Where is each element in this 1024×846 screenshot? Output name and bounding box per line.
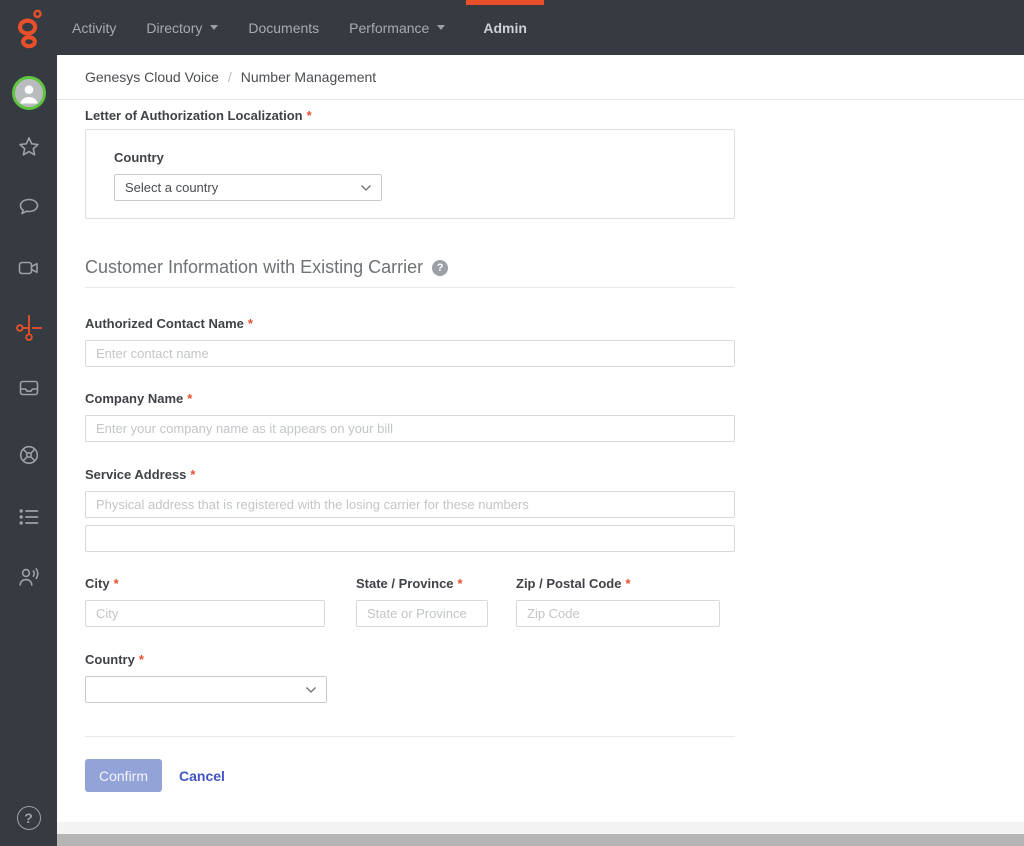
loa-localization-label: Letter of Authorization Localization * — [85, 108, 312, 123]
helm-wheel-icon[interactable] — [17, 443, 41, 467]
profile-avatar[interactable] — [11, 76, 46, 110]
required-asterisk: * — [625, 576, 631, 591]
active-tab-indicator — [466, 0, 544, 5]
country-select[interactable] — [85, 676, 327, 703]
scissors-icon[interactable] — [15, 314, 42, 341]
city-state-zip-row: City* State / Province* Zip / Postal Cod… — [85, 576, 1024, 627]
person-icon — [19, 85, 38, 104]
chevron-down-icon — [210, 25, 219, 30]
city-label: City * — [85, 576, 119, 591]
breadcrumb-separator: / — [227, 69, 232, 85]
top-nav-bar: Activity Directory Documents Performance… — [0, 0, 1024, 55]
star-icon[interactable] — [17, 135, 41, 159]
form-actions: Confirm Cancel — [85, 759, 1024, 792]
required-asterisk: * — [190, 467, 196, 482]
service-address-line2-input[interactable] — [85, 525, 735, 552]
left-sidebar: ? — [0, 55, 57, 846]
loa-country-label: Country — [114, 150, 164, 165]
carrier-section-title: Customer Information with Existing Carri… — [85, 257, 1024, 278]
required-asterisk: * — [187, 391, 193, 406]
zip-postal-code-label: Zip / Postal Code * — [516, 576, 631, 591]
help-tooltip-icon[interactable]: ? — [432, 259, 449, 276]
city-input[interactable] — [85, 600, 325, 627]
chevron-down-icon — [306, 686, 316, 693]
video-camera-icon[interactable] — [17, 256, 41, 280]
confirm-button[interactable]: Confirm — [85, 759, 163, 792]
nav-label: Activity — [72, 19, 117, 36]
horizontal-scrollbar[interactable] — [57, 834, 1024, 846]
help-glyph: ? — [16, 806, 41, 830]
loa-country-select[interactable]: Select a country — [114, 174, 382, 201]
chevron-down-icon — [361, 184, 371, 191]
section-divider — [85, 287, 735, 288]
loa-country-select-value: Select a country — [125, 180, 219, 195]
nav-item-activity[interactable]: Activity — [57, 0, 131, 55]
genesys-logo[interactable] — [0, 0, 57, 55]
inbox-tray-icon[interactable] — [17, 376, 41, 400]
company-name-label: Company Name * — [85, 391, 193, 406]
breadcrumb-parent-link[interactable]: Genesys Cloud Voice — [85, 69, 219, 85]
bulleted-list-icon[interactable] — [17, 505, 41, 529]
loa-localization-box: Country Select a country — [85, 129, 735, 219]
service-address-line1-input[interactable] — [85, 491, 735, 518]
nav-label: Performance — [349, 19, 430, 36]
nav-item-admin[interactable]: Admin — [466, 0, 544, 55]
service-address-label: Service Address * — [85, 467, 196, 482]
help-icon[interactable]: ? — [16, 806, 41, 830]
nav-item-documents[interactable]: Documents — [233, 0, 334, 55]
required-asterisk: * — [138, 652, 144, 667]
contact-name-input[interactable] — [85, 340, 735, 367]
port-order-form: Letter of Authorization Localization * Co… — [57, 108, 1024, 792]
main-content: Genesys Cloud Voice / Number Management … — [57, 55, 1024, 846]
chevron-down-icon — [437, 25, 446, 30]
nav-label: Directory — [146, 19, 203, 36]
nav-item-performance[interactable]: Performance — [334, 0, 460, 55]
nav-label: Admin — [483, 19, 527, 36]
person-speaking-icon[interactable] — [17, 565, 41, 589]
contact-name-label: Authorized Contact Name * — [85, 316, 253, 331]
state-province-input[interactable] — [356, 600, 488, 627]
required-asterisk: * — [247, 316, 253, 331]
state-province-label: State / Province * — [356, 576, 463, 591]
nav-label: Documents — [248, 19, 320, 36]
breadcrumb: Genesys Cloud Voice / Number Management — [57, 55, 1024, 100]
chat-bubble-icon[interactable] — [17, 195, 41, 219]
company-name-input[interactable] — [85, 415, 735, 442]
cancel-link[interactable]: Cancel — [179, 768, 225, 784]
country-label: Country * — [85, 652, 144, 667]
required-asterisk: * — [457, 576, 463, 591]
scrollbar-track — [57, 822, 1024, 834]
actions-divider — [85, 736, 735, 737]
nav-item-directory[interactable]: Directory — [131, 0, 233, 55]
zip-postal-code-input[interactable] — [516, 600, 720, 627]
required-asterisk: * — [306, 108, 312, 123]
breadcrumb-current: Number Management — [240, 69, 377, 85]
genesys-logo-icon — [17, 9, 42, 48]
required-asterisk: * — [113, 576, 119, 591]
